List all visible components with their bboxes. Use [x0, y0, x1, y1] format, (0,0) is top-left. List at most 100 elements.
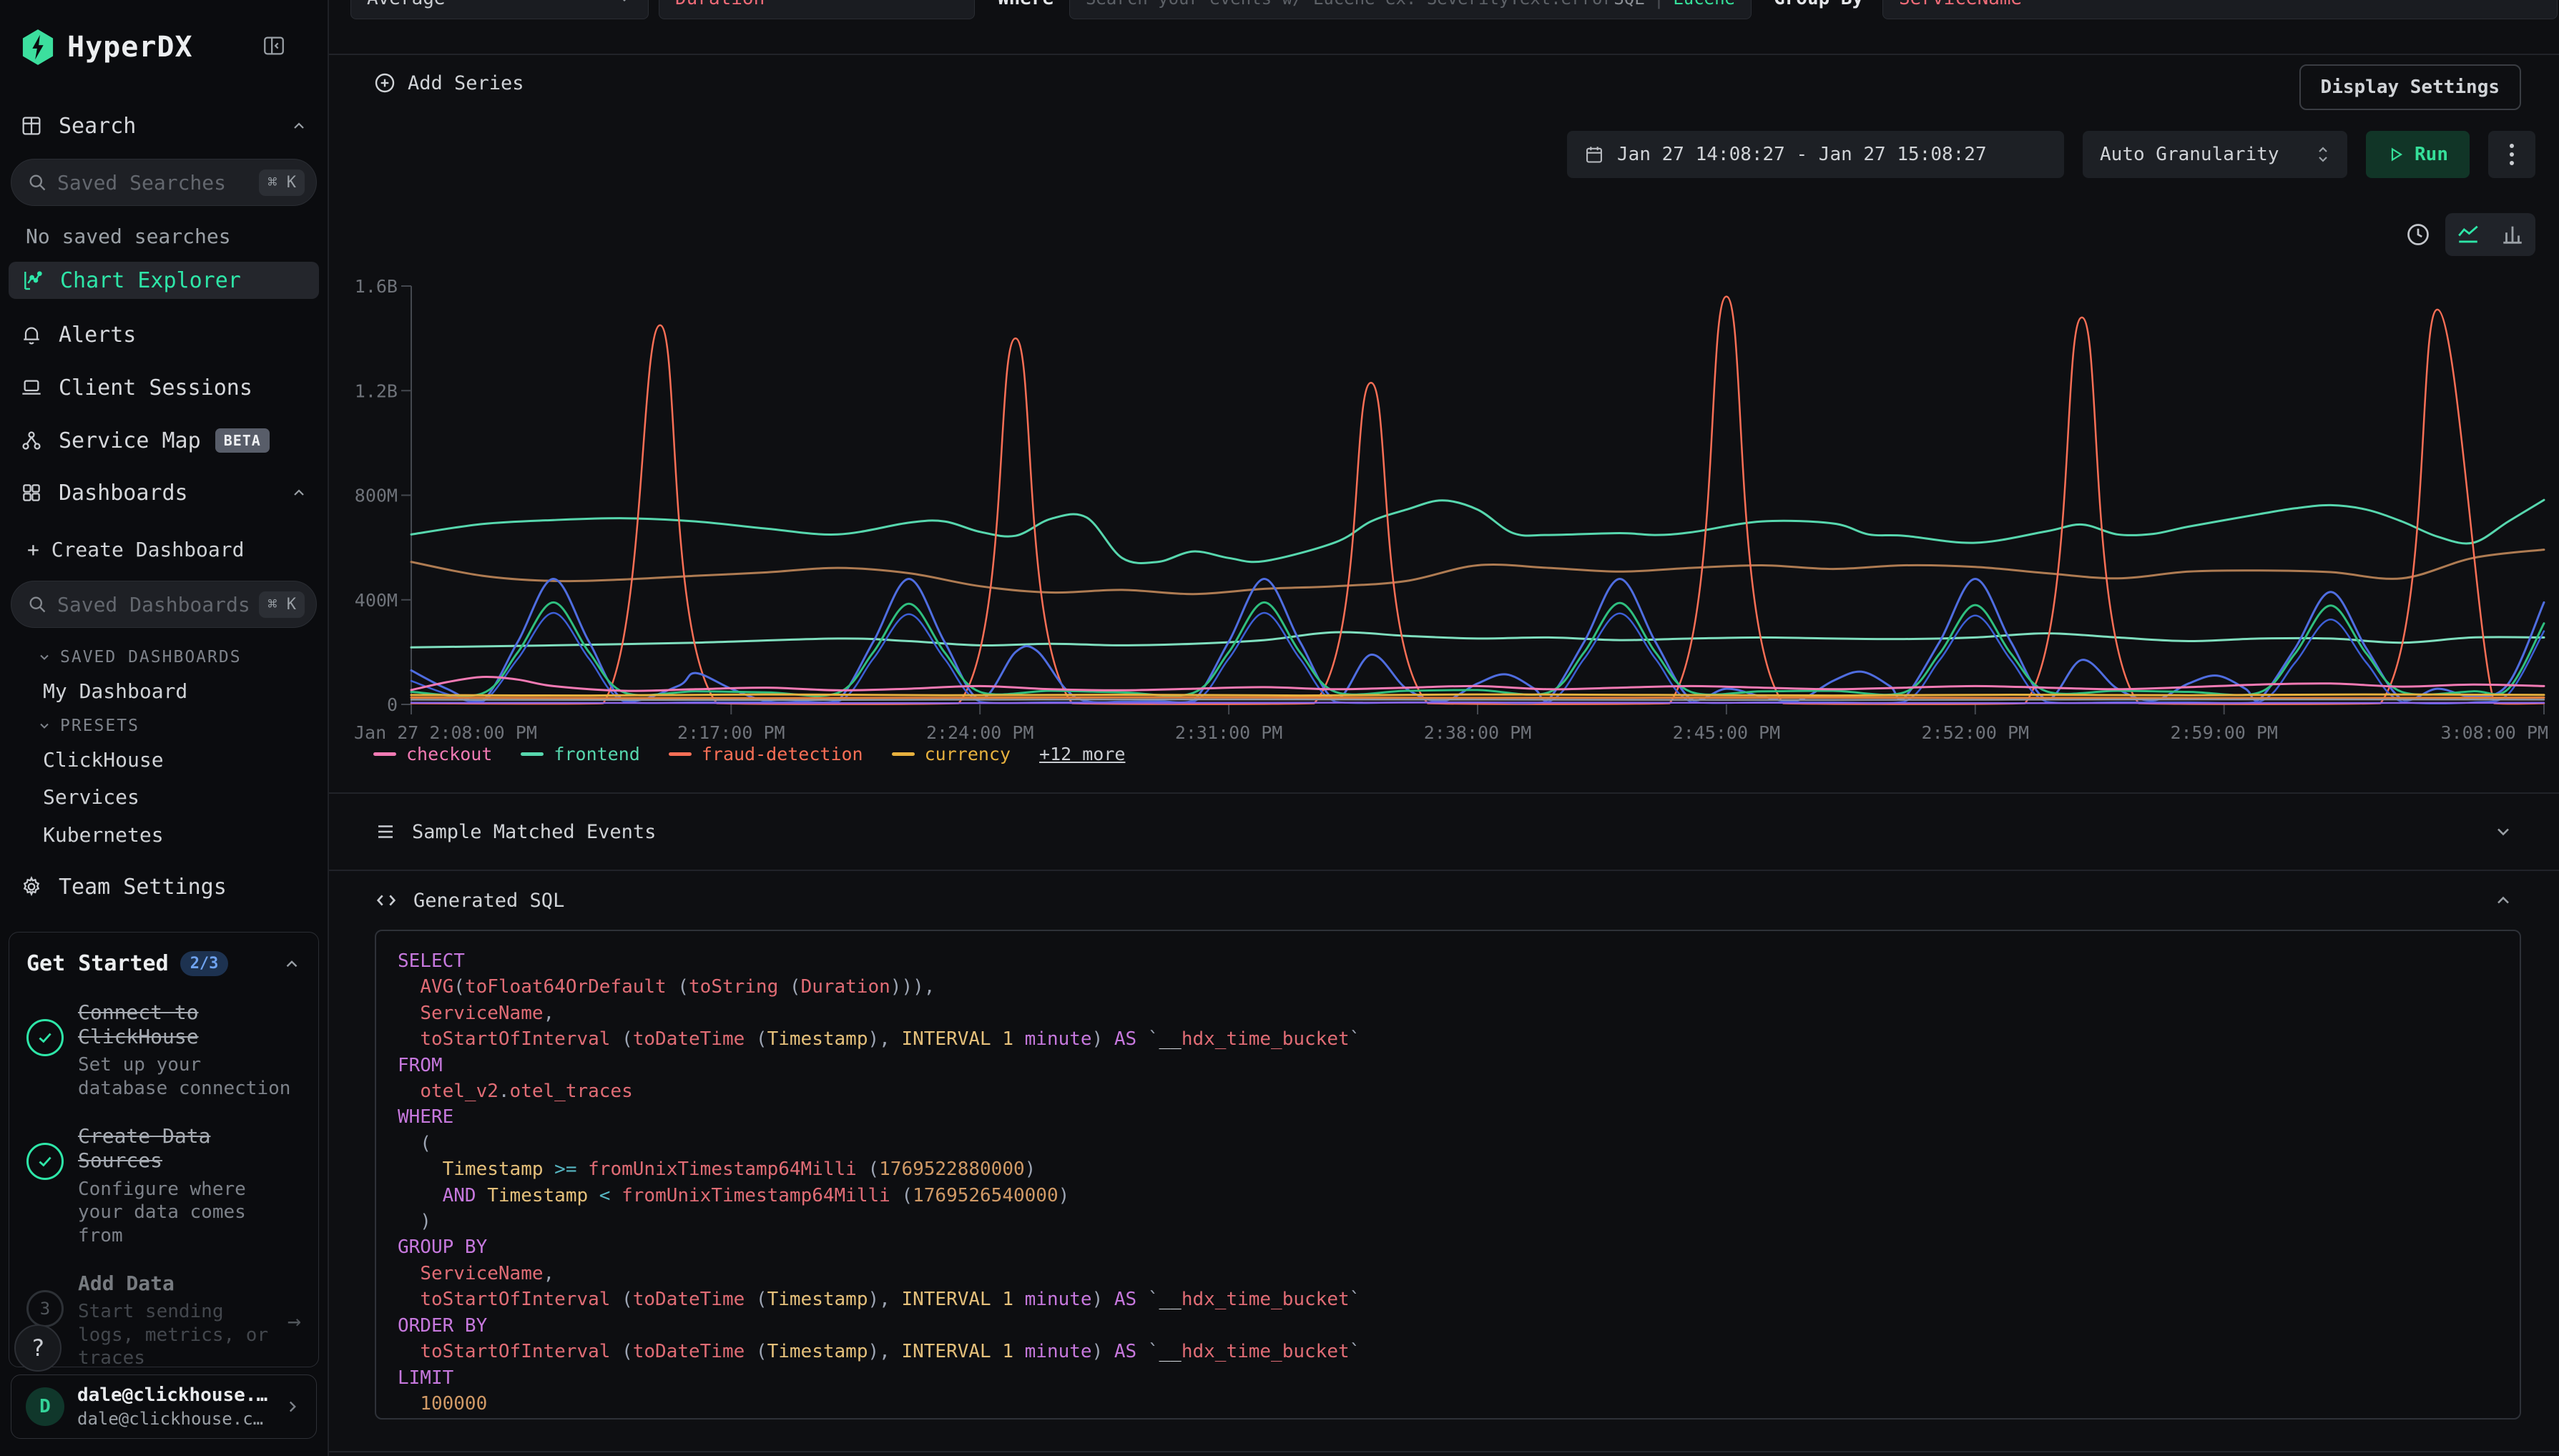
generated-sql-section[interactable]: Generated SQL [329, 870, 2559, 930]
series-series-gray [411, 699, 2544, 700]
legend-swatch [521, 752, 544, 756]
sql-line: ServiceName, [398, 1000, 2498, 1026]
sql-line: 100000 [398, 1391, 2498, 1417]
get-started-item-add-data[interactable]: 3 Add Data Start sending logs, metrics, … [26, 1271, 301, 1367]
legend-item-currency[interactable]: currency [892, 744, 1011, 764]
search-icon [27, 594, 47, 614]
chart-type-tools [2405, 213, 2535, 256]
generated-sql-code[interactable]: SELECT AVG(toFloat64OrDefault (toString … [375, 930, 2521, 1420]
sql-line: Timestamp >= fromUnixTimestamp64Milli (1… [398, 1156, 2498, 1182]
add-series-button[interactable]: Add Series [373, 72, 524, 94]
more-options-button[interactable] [2488, 131, 2535, 178]
saved-searches-input[interactable]: Saved Searches ⌘ K [11, 159, 317, 206]
avatar: D [26, 1387, 64, 1426]
field-value: Duration [675, 0, 765, 9]
query-bar: Average Duration Where Search your event… [329, 0, 2559, 19]
y-tick-label: 1.2B [355, 380, 398, 401]
step-title: Create Data Sources [78, 1124, 293, 1173]
timeseries-chart[interactable]: 0400M800M1.2B1.6BJan 27 2:08:00 PM2:17:0… [329, 275, 2559, 747]
step-title: Add Data [78, 1271, 288, 1296]
sidebar-item-clickhouse[interactable]: ClickHouse [43, 748, 164, 772]
saved-dashboards-header[interactable]: SAVED DASHBOARDS [0, 648, 328, 666]
code-icon [375, 889, 398, 912]
sidebar-item-dashboards[interactable]: Dashboards [0, 474, 328, 511]
sidebar-item-client-sessions[interactable]: Client Sessions [0, 369, 328, 406]
chevron-down-icon [2493, 822, 2513, 842]
sidebar-item-label: Service Map [59, 428, 201, 453]
group-by-value: ServiceName [1899, 0, 2022, 9]
line-chart-toggle[interactable] [2452, 219, 2484, 250]
y-tick-label: 0 [387, 694, 398, 715]
run-button[interactable]: Run [2366, 131, 2470, 178]
sidebar: HyperDX Search Saved Searches ⌘ K No sav… [0, 0, 329, 1456]
legend-item-frontend[interactable]: frontend [521, 744, 639, 764]
service-map-icon [20, 429, 43, 452]
chevron-down-icon [37, 650, 51, 664]
sql-line: AND Timestamp < fromUnixTimestamp64Milli… [398, 1183, 2498, 1209]
sidebar-item-alerts[interactable]: Alerts [0, 316, 328, 353]
x-tick-label: 2:45:00 PM [1673, 722, 1781, 743]
series-series-orange [411, 697, 2544, 698]
sidebar-item-chart-explorer[interactable]: Chart Explorer [9, 262, 319, 299]
bar-chart-toggle[interactable] [2497, 219, 2528, 250]
x-tick-label: 3:08:00 PM [2440, 722, 2548, 743]
where-label: Where [998, 0, 1053, 19]
sample-matched-events-section[interactable]: Sample Matched Events [329, 792, 2559, 870]
series-currency [411, 694, 2544, 696]
gear-icon [20, 875, 43, 898]
kebab-menu-icon [2509, 142, 2515, 167]
user-email: dale@clickhouse.c… [77, 1409, 267, 1429]
sidebar-item-service-map[interactable]: Service Map BETA [0, 422, 328, 459]
legend-item-checkout[interactable]: checkout [373, 744, 492, 764]
get-started-panel: Get Started 2/3 Connect to ClickHouse Se… [9, 932, 319, 1367]
user-account-button[interactable]: D dale@clickhouse.… dale@clickhouse.c… [11, 1374, 317, 1439]
create-dashboard-button[interactable]: + Create Dashboard [27, 538, 244, 561]
x-tick-label: 2:17:00 PM [677, 722, 785, 743]
legend-more-link[interactable]: +12 more [1039, 744, 1125, 764]
display-settings-button[interactable]: Display Settings [2299, 64, 2521, 110]
x-tick-label: 2:24:00 PM [926, 722, 1034, 743]
sidebar-item-kubernetes[interactable]: Kubernetes [43, 823, 164, 847]
aggregation-value: Average [367, 0, 446, 9]
field-input[interactable]: Duration [659, 0, 975, 19]
sidebar-item-my-dashboard[interactable]: My Dashboard [43, 679, 187, 703]
question-icon: ? [31, 1334, 44, 1362]
chevron-up-icon[interactable] [283, 955, 301, 973]
legend-label: fraud-detection [702, 744, 863, 764]
search-input[interactable]: Search your events w/ Lucene ex: Severit… [1069, 0, 1752, 19]
x-tick-label: 2:52:00 PM [1922, 722, 2030, 743]
sidebar-collapse-icon[interactable] [262, 34, 286, 61]
clock-icon[interactable] [2405, 222, 2431, 247]
sidebar-item-label: Search [59, 114, 136, 139]
granularity-select[interactable]: Auto Granularity [2083, 131, 2347, 178]
date-range-picker[interactable]: Jan 27 14:08:27 - Jan 27 15:08:27 [1567, 131, 2064, 178]
calendar-icon [1584, 144, 1604, 164]
shortcut-badge: ⌘ K [259, 591, 305, 618]
legend-item-fraud-detection[interactable]: fraud-detection [669, 744, 863, 764]
sql-line: SELECT [398, 948, 2498, 974]
get-started-item-sources[interactable]: Create Data Sources Configure where your… [26, 1124, 301, 1247]
chevron-down-icon [37, 719, 51, 733]
series-series-emerald [411, 602, 2544, 696]
group-by-input[interactable]: ServiceName [1882, 0, 2558, 19]
step-number: 3 [26, 1290, 64, 1327]
sidebar-item-team-settings[interactable]: Team Settings [0, 868, 328, 905]
sidebar-item-label: Team Settings [59, 875, 227, 900]
sql-line: otel_v2.otel_traces [398, 1078, 2498, 1104]
chevron-right-icon [283, 1397, 302, 1416]
saved-dashboards-input[interactable]: Saved Dashboards ⌘ K [11, 581, 317, 628]
help-button[interactable]: ? [14, 1324, 62, 1372]
series-frontend [411, 500, 2544, 563]
line-chart-icon [21, 269, 44, 292]
beta-badge: BETA [215, 428, 270, 453]
chevron-up-icon [290, 484, 308, 501]
aggregation-select[interactable]: Average [350, 0, 649, 19]
sql-line: ServiceName, [398, 1261, 2498, 1287]
sidebar-item-services[interactable]: Services [43, 785, 139, 809]
lucene-toggle[interactable]: Lucene [1673, 0, 1735, 9]
presets-header[interactable]: PRESETS [0, 717, 328, 735]
sidebar-item-search[interactable]: Search [0, 107, 328, 144]
get-started-item-connect[interactable]: Connect to ClickHouse Set up your databa… [26, 1000, 301, 1100]
sql-toggle[interactable]: SQL [1614, 0, 1644, 9]
chart-legend: checkout frontend fraud-detection currency +… [373, 744, 1125, 764]
